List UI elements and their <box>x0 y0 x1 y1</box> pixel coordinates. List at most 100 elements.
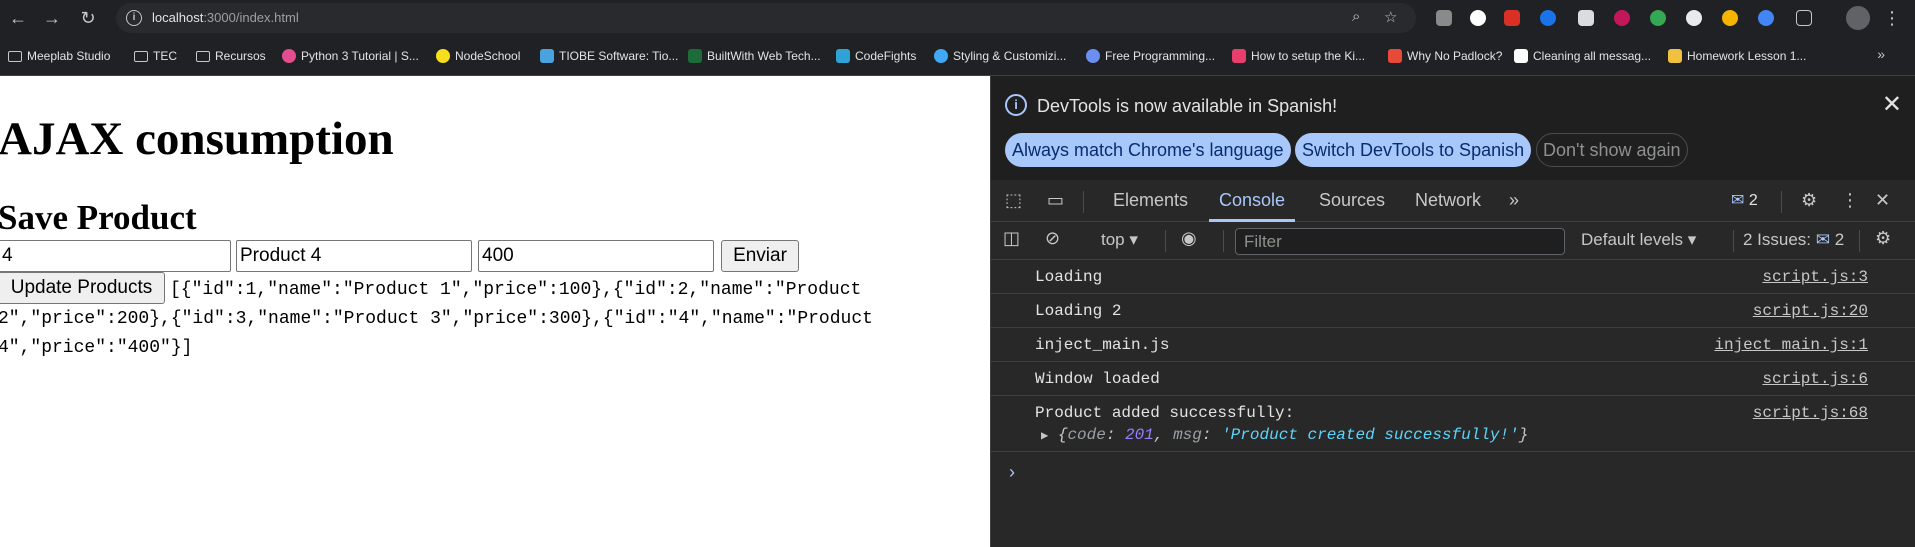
console-row: Loading 2 script.js:20 <box>991 294 1915 328</box>
browser-toolbar: ← → ↻ i localhost:3000/index.html ⌕ ☆ ⋮ <box>0 0 1915 36</box>
context-selector[interactable]: top ▾ <box>1101 230 1138 250</box>
switch-language-button[interactable]: Switch DevTools to Spanish <box>1295 133 1532 167</box>
log-levels-dropdown[interactable]: Default levels ▾ <box>1581 230 1696 250</box>
log-source-link[interactable]: script.js:68 <box>1753 404 1868 422</box>
bookmark-label: Recursos <box>215 49 266 63</box>
more-tabs-icon[interactable]: » <box>1509 190 1519 211</box>
extension-icon-9[interactable] <box>1722 10 1738 26</box>
extension-icon-6[interactable] <box>1614 10 1630 26</box>
log-source-link[interactable]: inject_main.js:1 <box>1714 336 1868 354</box>
object-key: code <box>1067 426 1106 444</box>
log-text: Loading 2 <box>1035 302 1122 320</box>
console-settings-icon[interactable]: ⚙ <box>1875 228 1891 249</box>
page-viewport: AJAX consumption Save Product Enviar Upd… <box>0 76 990 547</box>
bookmark-item[interactable]: TEC <box>134 48 177 64</box>
filter-input[interactable]: Filter <box>1235 228 1565 255</box>
eye-icon[interactable]: ◉ <box>1181 228 1197 249</box>
devtools-tabbar: ⬚ ▭ Elements Console Sources Network » ✉… <box>991 180 1915 222</box>
log-source-link[interactable]: script.js:20 <box>1753 302 1868 320</box>
product-name-input[interactable] <box>236 240 472 272</box>
zoom-icon[interactable]: ⌕ <box>1352 8 1360 25</box>
inspect-element-icon[interactable]: ⬚ <box>1005 190 1022 211</box>
log-levels-label: Default levels <box>1581 230 1684 249</box>
settings-gear-icon[interactable]: ⚙ <box>1801 190 1817 211</box>
tab-sources[interactable]: Sources <box>1319 190 1385 211</box>
avatar[interactable] <box>1846 6 1870 30</box>
console-row: Window loaded script.js:6 <box>991 362 1915 396</box>
device-toolbar-icon[interactable]: ▭ <box>1047 190 1064 211</box>
more-options-icon[interactable]: ⋮ <box>1841 190 1859 211</box>
divider <box>1223 230 1224 252</box>
url-text[interactable]: localhost:3000/index.html <box>152 10 299 25</box>
site-icon <box>282 49 296 63</box>
clear-console-icon[interactable]: ⊘ <box>1045 228 1060 249</box>
bookmark-item[interactable]: NodeSchool <box>436 48 520 64</box>
expand-triangle-icon[interactable]: ▶ <box>1041 429 1048 443</box>
site-icon <box>436 49 450 63</box>
match-language-button[interactable]: Always match Chrome's language <box>1005 133 1291 167</box>
products-json-output: [{"id":1,"name":"Product 1","price":100}… <box>0 276 900 363</box>
address-bar[interactable]: i localhost:3000/index.html ⌕ ☆ <box>116 3 1416 33</box>
bookmark-item[interactable]: How to setup the Ki... <box>1232 48 1365 64</box>
update-products-button[interactable]: Update Products <box>0 272 165 304</box>
extension-icon-1[interactable] <box>1436 10 1452 26</box>
bookmark-item[interactable]: Why No Padlock? <box>1388 48 1502 64</box>
log-text: Loading <box>1035 268 1103 286</box>
bookmark-label: Meeplab Studio <box>27 49 111 63</box>
object-value: 'Product created successfully!' <box>1221 426 1519 444</box>
divider <box>1733 230 1734 252</box>
bookmark-star-icon[interactable]: ☆ <box>1384 8 1397 26</box>
bookmark-label: Python 3 Tutorial | S... <box>301 49 419 63</box>
dont-show-again-button[interactable]: Don't show again <box>1536 133 1688 167</box>
log-source-link[interactable]: script.js:6 <box>1762 370 1868 388</box>
json-line: 2","price":200},{"id":3,"name":"Product … <box>0 309 873 329</box>
extension-icon-2[interactable] <box>1470 10 1486 26</box>
extension-icon-8[interactable] <box>1686 10 1702 26</box>
bookmark-item[interactable]: Styling & Customizi... <box>934 48 1066 64</box>
tab-elements[interactable]: Elements <box>1113 190 1188 211</box>
extension-icon-5[interactable] <box>1578 10 1594 26</box>
issues-counter[interactable]: 2 Issues: ✉ 2 <box>1743 230 1844 250</box>
divider <box>1165 230 1166 252</box>
issues-badge[interactable]: ✉ 2 <box>1731 190 1758 210</box>
close-devtools-icon[interactable]: ✕ <box>1875 190 1890 211</box>
bookmark-item[interactable]: TIOBE Software: Tio... <box>540 48 678 64</box>
site-info-icon[interactable]: i <box>126 10 142 26</box>
tab-console[interactable]: Console <box>1219 190 1285 211</box>
tab-network[interactable]: Network <box>1415 190 1481 211</box>
log-source-link[interactable]: script.js:3 <box>1762 268 1868 286</box>
forward-icon[interactable]: → <box>40 6 64 30</box>
reload-icon[interactable]: ↻ <box>76 6 100 30</box>
bookmark-item[interactable]: Homework Lesson 1... <box>1668 48 1806 64</box>
bookmark-item[interactable]: BuiltWith Web Tech... <box>688 48 821 64</box>
bookmark-item[interactable]: CodeFights <box>836 48 916 64</box>
bookmark-item[interactable]: Free Programming... <box>1086 48 1215 64</box>
bookmark-item[interactable]: Meeplab Studio <box>8 48 110 64</box>
bookmarks-overflow-icon[interactable]: » <box>1877 46 1885 62</box>
product-price-input[interactable] <box>478 240 714 272</box>
back-icon[interactable]: ← <box>6 6 30 30</box>
close-icon[interactable]: ✕ <box>1882 90 1902 119</box>
log-text: inject_main.js <box>1035 336 1170 354</box>
divider <box>1781 191 1782 213</box>
site-icon <box>1668 49 1682 63</box>
submit-button[interactable]: Enviar <box>721 240 799 272</box>
extension-icon-4[interactable] <box>1540 10 1556 26</box>
bookmark-item[interactable]: Recursos <box>196 48 266 64</box>
console-row: Loading script.js:3 <box>991 260 1915 294</box>
bookmark-item[interactable]: Cleaning all messag... <box>1514 48 1651 64</box>
sidebar-toggle-icon[interactable]: ◫ <box>1003 228 1020 249</box>
console-prompt-icon[interactable]: › <box>1009 462 1015 483</box>
extension-icon-10[interactable] <box>1758 10 1774 26</box>
object-value: 201 <box>1125 426 1154 444</box>
product-id-input[interactable] <box>0 240 231 272</box>
site-icon <box>688 49 702 63</box>
site-icon <box>1388 49 1402 63</box>
logged-object[interactable]: ▶ {code: 201, msg: 'Product created succ… <box>1041 426 1528 444</box>
extensions-puzzle-icon[interactable] <box>1796 10 1812 26</box>
bookmark-item[interactable]: Python 3 Tutorial | S... <box>282 48 419 64</box>
extension-icon-7[interactable] <box>1650 10 1666 26</box>
object-key: msg <box>1173 426 1202 444</box>
extension-icon-3[interactable] <box>1504 10 1520 26</box>
menu-dots-icon[interactable]: ⋮ <box>1882 6 1902 30</box>
